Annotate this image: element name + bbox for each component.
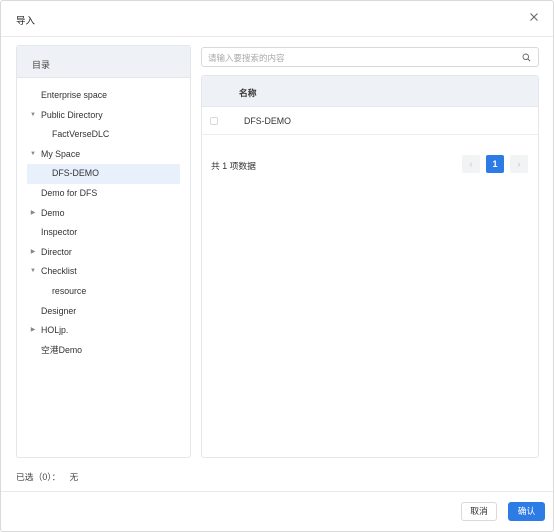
selection-value: 无 [69, 472, 79, 482]
tree-node[interactable]: ▶ HOLjp. [17, 321, 190, 341]
table-row[interactable]: DFS-DEMO [202, 107, 538, 135]
tree-node-label: Enterprise space [41, 90, 108, 100]
tree-node-label: Checklist [41, 266, 77, 277]
selection-label: 已选（0）： [16, 472, 61, 482]
pagination-page-button[interactable]: 1 [486, 155, 504, 173]
content-panel: 名称 DFS-DEMO 共 1 项数据 ‹ 1 › [201, 45, 539, 458]
tree-node-label: 空港Demo [41, 344, 83, 355]
tree-node[interactable]: Inspector [17, 223, 190, 243]
table-header: 名称 [202, 76, 538, 107]
tree-node[interactable]: ▼ Checklist [17, 262, 190, 282]
tree-node[interactable]: ▼ Public Directory [17, 106, 190, 126]
import-dialog: 导入 目录 Enterprise space ▼ Public Directory F… [0, 0, 554, 532]
dialog-title: 导入 [16, 16, 36, 27]
pagination-prev-button[interactable]: ‹ [462, 155, 480, 173]
confirm-button[interactable]: 确认 [508, 502, 545, 521]
tree-node[interactable]: ▶ Demo [17, 204, 190, 224]
tree-node[interactable]: ▶ Director [17, 243, 190, 263]
tree-node[interactable]: 空港Demo [17, 341, 190, 361]
tree-node-label: Director [41, 246, 72, 257]
tree-node-label: My Space [41, 148, 81, 159]
tree-node[interactable]: Designer [17, 302, 190, 322]
results-table: 名称 DFS-DEMO 共 1 项数据 ‹ 1 › [201, 75, 539, 458]
tree-node-label: Public Directory [41, 109, 103, 120]
caret-right-icon[interactable]: ▶ [29, 321, 37, 341]
tree-node[interactable]: resource [17, 282, 190, 302]
tree-node-label: Demo [41, 207, 65, 218]
tree-node[interactable]: FactVerseDLC [17, 125, 190, 145]
search-icon[interactable] [522, 53, 531, 62]
tree-node-label: FactVerseDLC [52, 129, 110, 140]
search-box [201, 47, 539, 67]
tree-node[interactable]: ▼ My Space [17, 145, 190, 165]
directory-panel: 目录 Enterprise space ▼ Public Directory Fact… [16, 45, 191, 458]
row-name: DFS-DEMO [244, 116, 291, 126]
caret-down-icon[interactable]: ▼ [29, 262, 37, 282]
close-icon[interactable] [527, 10, 541, 24]
tree-node-label: Demo for DFS [41, 187, 98, 198]
tree-node-label: Inspector [41, 227, 78, 238]
directory-header: 目录 [17, 46, 190, 78]
caret-right-icon[interactable]: ▶ [29, 243, 37, 263]
tree-node-label: HOLjp. [41, 325, 69, 336]
search-input[interactable] [208, 51, 508, 64]
selection-summary: 已选（0）： 无 [16, 470, 78, 483]
tree-node[interactable]: Enterprise space [17, 86, 190, 106]
row-checkbox[interactable] [210, 117, 218, 125]
caret-right-icon[interactable]: ▶ [29, 204, 37, 224]
tree-node[interactable]: Demo for DFS [17, 184, 190, 204]
caret-down-icon[interactable]: ▼ [29, 145, 37, 165]
tree-node-label: DFS-DEMO [52, 168, 99, 179]
tree-node-label: resource [52, 285, 87, 296]
cancel-button[interactable]: 取消 [461, 502, 497, 521]
pagination-next-button[interactable]: › [510, 155, 528, 173]
caret-down-icon[interactable]: ▼ [29, 106, 37, 126]
footer-divider [1, 491, 553, 492]
directory-tree: Enterprise space ▼ Public Directory FactVer… [17, 86, 190, 360]
pagination-total: 共 1 项数据 [211, 161, 256, 171]
dialog-header: 导入 [1, 1, 553, 37]
column-header-name: 名称 [239, 88, 257, 98]
tree-node-label: Designer [41, 305, 77, 316]
tree-node[interactable]: DFS-DEMO [27, 164, 180, 184]
